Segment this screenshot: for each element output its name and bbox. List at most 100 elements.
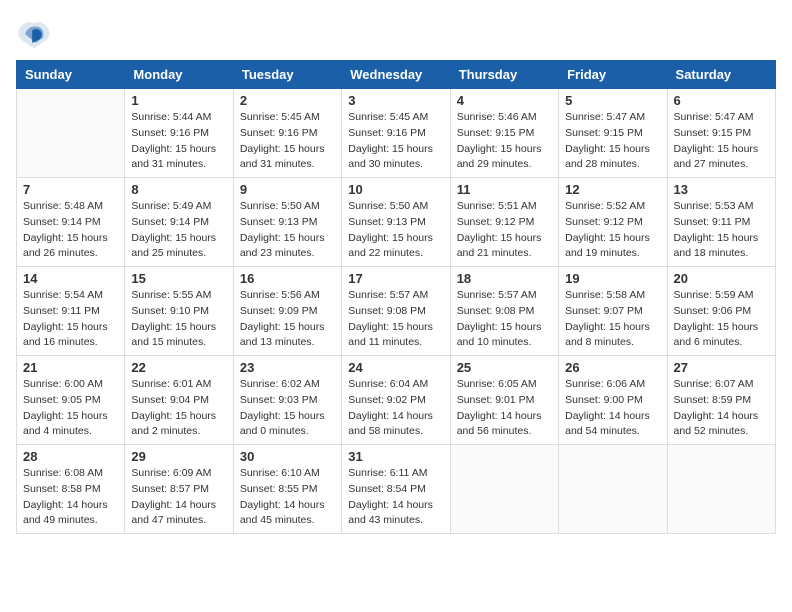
day-number: 23 (240, 360, 335, 375)
day-info: Sunrise: 5:53 AMSunset: 9:11 PMDaylight:… (674, 199, 769, 262)
day-number: 28 (23, 449, 118, 464)
day-number: 6 (674, 93, 769, 108)
calendar-week-row: 21 Sunrise: 6:00 AMSunset: 9:05 PMDayligh… (17, 356, 776, 445)
day-number: 7 (23, 182, 118, 197)
day-number: 17 (348, 271, 443, 286)
day-info: Sunrise: 5:50 AMSunset: 9:13 PMDaylight:… (348, 199, 443, 262)
calendar-cell: 3Sunrise: 5:45 AMSunset: 9:16 PMDaylight… (342, 89, 450, 178)
logo-icon (16, 16, 52, 52)
calendar-cell: 11 Sunrise: 5:51 AMSunset: 9:12 PMDayligh… (450, 178, 558, 267)
calendar-cell: 8 Sunrise: 5:49 AMSunset: 9:14 PMDaylight… (125, 178, 233, 267)
day-info: Sunrise: 5:52 AMSunset: 9:12 PMDaylight:… (565, 199, 660, 262)
day-number: 10 (348, 182, 443, 197)
calendar-cell: 17 Sunrise: 5:57 AMSunset: 9:08 PMDayligh… (342, 267, 450, 356)
day-info: Sunrise: 5:49 AMSunset: 9:14 PMDaylight:… (131, 199, 226, 262)
calendar-cell: 23 Sunrise: 6:02 AMSunset: 9:03 PMDayligh… (233, 356, 341, 445)
day-info: Sunrise: 6:11 AMSunset: 8:54 PMDaylight:… (348, 466, 443, 529)
weekday-header: Wednesday (342, 61, 450, 89)
calendar-week-row: 14Sunrise: 5:54 AMSunset: 9:11 PMDayligh… (17, 267, 776, 356)
day-info: Sunrise: 5:46 AMSunset: 9:15 PMDaylight:… (457, 110, 552, 173)
weekday-header-row: SundayMondayTuesdayWednesdayThursdayFrid… (17, 61, 776, 89)
day-number: 3 (348, 93, 443, 108)
calendar-week-row: 1 Sunrise: 5:44 AMSunset: 9:16 PMDaylight… (17, 89, 776, 178)
calendar-cell: 25 Sunrise: 6:05 AMSunset: 9:01 PMDayligh… (450, 356, 558, 445)
day-info: Sunrise: 6:07 AMSunset: 8:59 PMDaylight:… (674, 377, 769, 440)
calendar-cell: 7 Sunrise: 5:48 AMSunset: 9:14 PMDaylight… (17, 178, 125, 267)
calendar-cell: 10 Sunrise: 5:50 AMSunset: 9:13 PMDayligh… (342, 178, 450, 267)
day-info: Sunrise: 5:51 AMSunset: 9:12 PMDaylight:… (457, 199, 552, 262)
calendar-cell: 22Sunrise: 6:01 AMSunset: 9:04 PMDayligh… (125, 356, 233, 445)
day-info: Sunrise: 6:01 AMSunset: 9:04 PMDaylight:… (131, 377, 226, 440)
weekday-header: Tuesday (233, 61, 341, 89)
calendar-cell: 26Sunrise: 6:06 AMSunset: 9:00 PMDayligh… (559, 356, 667, 445)
day-number: 15 (131, 271, 226, 286)
day-info: Sunrise: 5:44 AMSunset: 9:16 PMDaylight:… (131, 110, 226, 173)
day-number: 25 (457, 360, 552, 375)
calendar-cell: 1 Sunrise: 5:44 AMSunset: 9:16 PMDaylight… (125, 89, 233, 178)
day-number: 12 (565, 182, 660, 197)
day-number: 16 (240, 271, 335, 286)
calendar-cell: 2 Sunrise: 5:45 AMSunset: 9:16 PMDaylight… (233, 89, 341, 178)
day-number: 20 (674, 271, 769, 286)
day-info: Sunrise: 5:58 AMSunset: 9:07 PMDaylight:… (565, 288, 660, 351)
calendar-cell: 18Sunrise: 5:57 AMSunset: 9:08 PMDayligh… (450, 267, 558, 356)
day-info: Sunrise: 6:00 AMSunset: 9:05 PMDaylight:… (23, 377, 118, 440)
day-info: Sunrise: 6:04 AMSunset: 9:02 PMDaylight:… (348, 377, 443, 440)
day-info: Sunrise: 5:48 AMSunset: 9:14 PMDaylight:… (23, 199, 118, 262)
day-info: Sunrise: 5:56 AMSunset: 9:09 PMDaylight:… (240, 288, 335, 351)
day-info: Sunrise: 5:45 AMSunset: 9:16 PMDaylight:… (240, 110, 335, 173)
calendar-cell: 12 Sunrise: 5:52 AMSunset: 9:12 PMDayligh… (559, 178, 667, 267)
calendar-cell (17, 89, 125, 178)
calendar-cell (559, 445, 667, 534)
day-number: 8 (131, 182, 226, 197)
logo (16, 16, 56, 52)
day-info: Sunrise: 5:55 AMSunset: 9:10 PMDaylight:… (131, 288, 226, 351)
weekday-header: Monday (125, 61, 233, 89)
day-info: Sunrise: 5:57 AMSunset: 9:08 PMDaylight:… (348, 288, 443, 351)
calendar-cell: 16 Sunrise: 5:56 AMSunset: 9:09 PMDayligh… (233, 267, 341, 356)
calendar-week-row: 7 Sunrise: 5:48 AMSunset: 9:14 PMDaylight… (17, 178, 776, 267)
calendar-table: SundayMondayTuesdayWednesdayThursdayFrid… (16, 60, 776, 534)
day-number: 24 (348, 360, 443, 375)
calendar-cell: 14Sunrise: 5:54 AMSunset: 9:11 PMDayligh… (17, 267, 125, 356)
day-number: 31 (348, 449, 443, 464)
day-info: Sunrise: 5:47 AMSunset: 9:15 PMDaylight:… (565, 110, 660, 173)
calendar-cell: 5 Sunrise: 5:47 AMSunset: 9:15 PMDaylight… (559, 89, 667, 178)
day-number: 30 (240, 449, 335, 464)
day-number: 1 (131, 93, 226, 108)
day-number: 18 (457, 271, 552, 286)
day-info: Sunrise: 5:47 AMSunset: 9:15 PMDaylight:… (674, 110, 769, 173)
day-info: Sunrise: 6:09 AMSunset: 8:57 PMDaylight:… (131, 466, 226, 529)
day-number: 5 (565, 93, 660, 108)
calendar-cell (667, 445, 775, 534)
day-number: 11 (457, 182, 552, 197)
calendar-cell: 20 Sunrise: 5:59 AMSunset: 9:06 PMDayligh… (667, 267, 775, 356)
weekday-header: Thursday (450, 61, 558, 89)
day-number: 14 (23, 271, 118, 286)
weekday-header: Saturday (667, 61, 775, 89)
calendar-cell: 29 Sunrise: 6:09 AMSunset: 8:57 PMDayligh… (125, 445, 233, 534)
calendar-cell: 13 Sunrise: 5:53 AMSunset: 9:11 PMDayligh… (667, 178, 775, 267)
day-number: 9 (240, 182, 335, 197)
calendar-cell (450, 445, 558, 534)
weekday-header: Sunday (17, 61, 125, 89)
day-info: Sunrise: 5:59 AMSunset: 9:06 PMDaylight:… (674, 288, 769, 351)
calendar-cell: 24 Sunrise: 6:04 AMSunset: 9:02 PMDayligh… (342, 356, 450, 445)
day-number: 21 (23, 360, 118, 375)
day-number: 4 (457, 93, 552, 108)
day-info: Sunrise: 6:05 AMSunset: 9:01 PMDaylight:… (457, 377, 552, 440)
calendar-cell: 31 Sunrise: 6:11 AMSunset: 8:54 PMDayligh… (342, 445, 450, 534)
calendar-week-row: 28 Sunrise: 6:08 AMSunset: 8:58 PMDayligh… (17, 445, 776, 534)
page-header (16, 16, 776, 52)
day-number: 2 (240, 93, 335, 108)
day-number: 27 (674, 360, 769, 375)
calendar-cell: 21 Sunrise: 6:00 AMSunset: 9:05 PMDayligh… (17, 356, 125, 445)
day-info: Sunrise: 6:02 AMSunset: 9:03 PMDaylight:… (240, 377, 335, 440)
calendar-cell: 27 Sunrise: 6:07 AMSunset: 8:59 PMDayligh… (667, 356, 775, 445)
day-info: Sunrise: 5:50 AMSunset: 9:13 PMDaylight:… (240, 199, 335, 262)
day-number: 19 (565, 271, 660, 286)
day-info: Sunrise: 6:08 AMSunset: 8:58 PMDaylight:… (23, 466, 118, 529)
day-number: 26 (565, 360, 660, 375)
day-number: 13 (674, 182, 769, 197)
day-number: 29 (131, 449, 226, 464)
